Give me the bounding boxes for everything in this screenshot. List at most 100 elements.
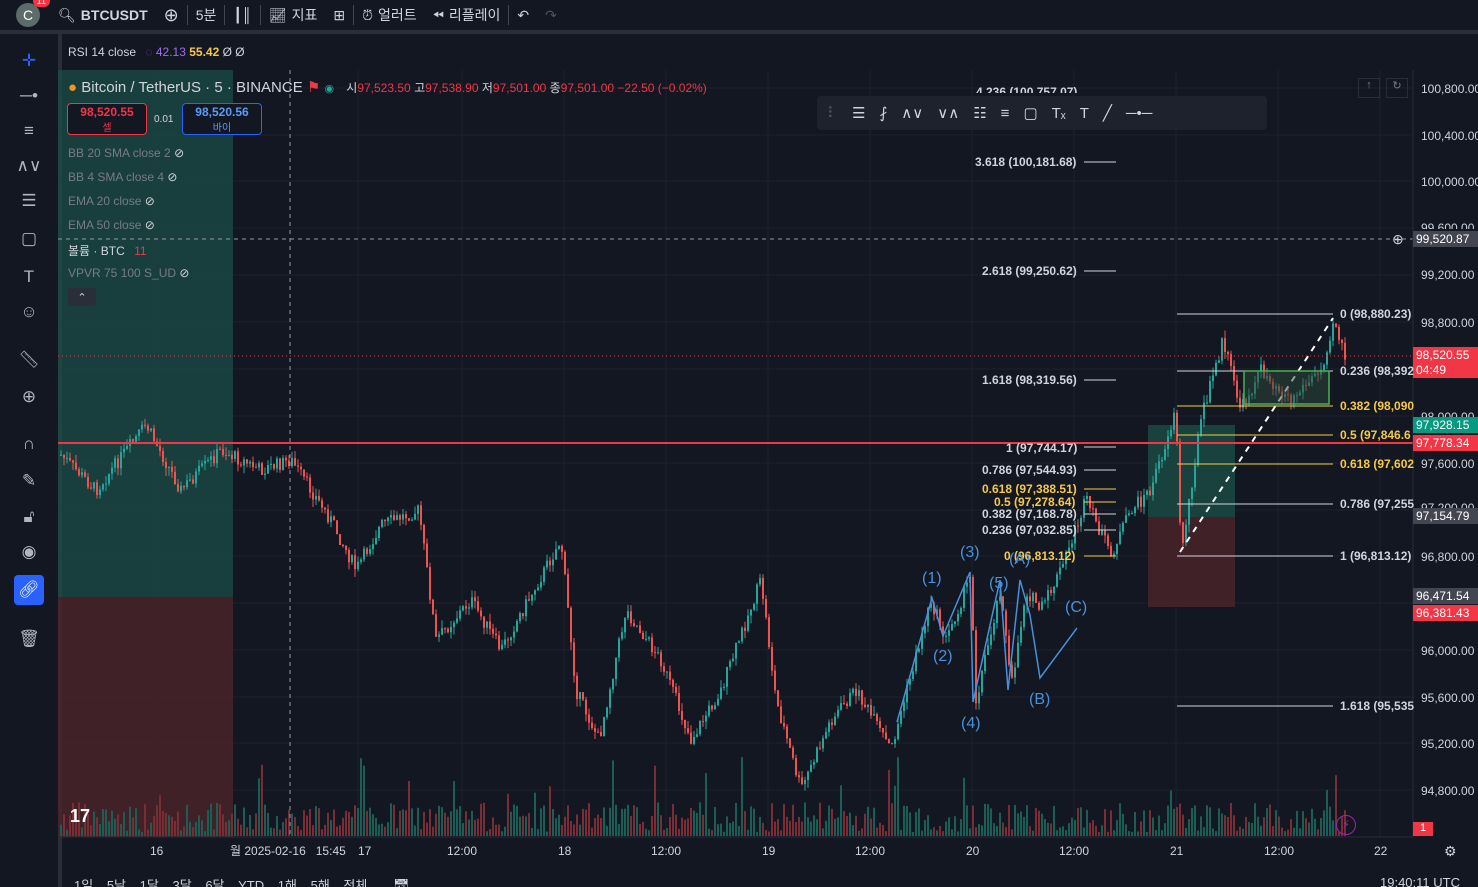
volume-bar (990, 808, 992, 836)
wave-label-c[interactable]: (C) (1065, 599, 1087, 617)
candle-body (1182, 522, 1184, 544)
indicator-bb20[interactable]: BB 20 SMA close 2 ⊘ (68, 146, 184, 160)
eye-off-icon[interactable]: ⊘ (174, 146, 184, 160)
text-icon[interactable]: T (1080, 105, 1089, 122)
candle-body (402, 514, 404, 520)
wave-label-4[interactable]: (4) (961, 715, 981, 733)
volume-bar (354, 805, 356, 836)
candle-body (852, 688, 854, 693)
volume-bar (801, 821, 803, 836)
calendar-icon[interactable]: 📅︎ (393, 878, 410, 887)
indicator-ema50[interactable]: EMA 50 close ⊘ (68, 218, 155, 232)
volume-bar (657, 802, 659, 836)
volume-bar (462, 823, 464, 836)
volume-bar (1155, 830, 1157, 836)
flag-icon[interactable]: ⚑ (307, 79, 320, 96)
volume-bar (357, 808, 359, 836)
scroll-up-button[interactable]: ↑ (1358, 78, 1380, 98)
price-tick: 100,400.00 (1421, 129, 1478, 143)
period-all[interactable]: 전체 (343, 878, 367, 887)
volume-bar (360, 758, 362, 836)
candle-body (1113, 553, 1115, 556)
sell-button[interactable]: 98,520.55 셀 (67, 103, 147, 135)
clock-display[interactable]: 19:40:11 UTC (1380, 875, 1460, 887)
period-1y[interactable]: 1해 (278, 878, 297, 887)
symbol-title[interactable]: Bitcoin / TetherUS · 5 · BINANCE (81, 79, 302, 96)
candle-body (723, 686, 725, 688)
candle-body (483, 616, 485, 628)
rectangle-icon[interactable]: ▢ (1023, 104, 1037, 122)
wave-label-b[interactable]: (B) (1029, 691, 1050, 709)
candle-body (75, 462, 77, 470)
eye-off-icon[interactable]: ⊘ (167, 170, 177, 184)
candle-body (342, 544, 344, 546)
settings-gear-icon[interactable]: ⚙ (1444, 843, 1457, 860)
price-range-icon[interactable]: ≡ (1001, 105, 1010, 122)
volume-bar (1296, 810, 1298, 836)
buy-button[interactable]: 98,520.56 바이 (182, 103, 262, 135)
drag-handle-icon[interactable]: ⠇ (827, 104, 838, 122)
eye-off-icon[interactable]: ⊘ (145, 218, 155, 232)
range-box[interactable] (1243, 370, 1330, 405)
volume-bar (597, 814, 599, 836)
volume-bar (1008, 805, 1010, 836)
horizontal-ray-icon[interactable]: ─•─ (1126, 105, 1153, 122)
period-6m[interactable]: 6달 (205, 878, 224, 887)
volume-bar (486, 831, 488, 836)
eye-off-icon[interactable]: ⊘ (179, 266, 189, 280)
wave-label-5[interactable]: (5) (989, 575, 1009, 593)
eye-off-icon[interactable]: ⊘ (145, 194, 155, 208)
period-ytd[interactable]: YTD (238, 878, 264, 887)
fib-fan-icon[interactable]: ⨏ (879, 104, 887, 122)
candle-body (519, 613, 521, 621)
volume-bar (807, 817, 809, 836)
volume-bar (1071, 817, 1073, 836)
period-1d[interactable]: 1일 (74, 878, 93, 887)
lightning-icon[interactable]: ⚡︎ (1336, 815, 1356, 835)
period-5y[interactable]: 5해 (311, 878, 330, 887)
candle-body (1041, 601, 1043, 610)
fib-extension-lines[interactable] (1084, 161, 1116, 557)
indicator-ema20[interactable]: EMA 20 close ⊘ (68, 194, 155, 208)
wave-label-3[interactable]: (3) (960, 544, 980, 562)
line-icon[interactable]: ╱ (1103, 104, 1112, 122)
rsi-legend[interactable]: RSI 14 close ◌ 42.13 55.42 Ø Ø (68, 45, 245, 59)
elliott-impulse-icon[interactable]: ∧∨ (901, 104, 923, 122)
volume-bar (441, 807, 443, 836)
candle-body (738, 641, 740, 643)
candle-body (453, 622, 455, 628)
period-3m[interactable]: 3달 (172, 878, 191, 887)
candle-body (618, 638, 620, 658)
volume-bar (153, 815, 155, 836)
volume-bar (102, 809, 104, 836)
indicator-volume[interactable]: 볼륨 · BTC 11 (68, 242, 147, 259)
volume-bar (240, 824, 242, 836)
market-status-icon: ◉ (324, 83, 335, 95)
indicator-label: EMA 50 close (68, 218, 142, 232)
candle-body (315, 495, 317, 500)
wave-label-2[interactable]: (2) (933, 648, 953, 666)
candle-body (279, 458, 281, 470)
alert-count-badge[interactable]: 1 (1413, 822, 1433, 836)
text-note-icon[interactable]: Tₓ (1052, 105, 1066, 122)
volume-bar (162, 810, 164, 836)
candle-body (1221, 338, 1223, 361)
elliott-correction-icon[interactable]: ∨∧ (937, 104, 959, 122)
fib-retracement-icon[interactable]: ☰ (852, 104, 865, 122)
indicator-bb4[interactable]: BB 4 SMA close 4 ⊘ (68, 170, 177, 184)
candle-body (534, 590, 536, 595)
period-5d[interactable]: 5날 (107, 878, 126, 887)
forecast-icon[interactable]: ☷ (973, 104, 986, 122)
volume-bar (684, 819, 686, 836)
reset-button[interactable]: ↻ (1386, 78, 1408, 98)
collapse-legend-button[interactable]: ⌃ (68, 288, 96, 306)
indicator-vpvr[interactable]: VPVR 75 100 S_UD ⊘ (68, 266, 189, 280)
volume-bar (672, 804, 674, 836)
volume-bar (1329, 806, 1331, 836)
add-alert-icon[interactable]: ⊕ (1392, 231, 1404, 248)
volume-bar (582, 808, 584, 836)
candle-body (954, 621, 956, 625)
period-1m[interactable]: 1달 (140, 878, 159, 887)
wave-label-a[interactable]: (A) (1009, 551, 1030, 569)
wave-label-1[interactable]: (1) (922, 570, 942, 588)
